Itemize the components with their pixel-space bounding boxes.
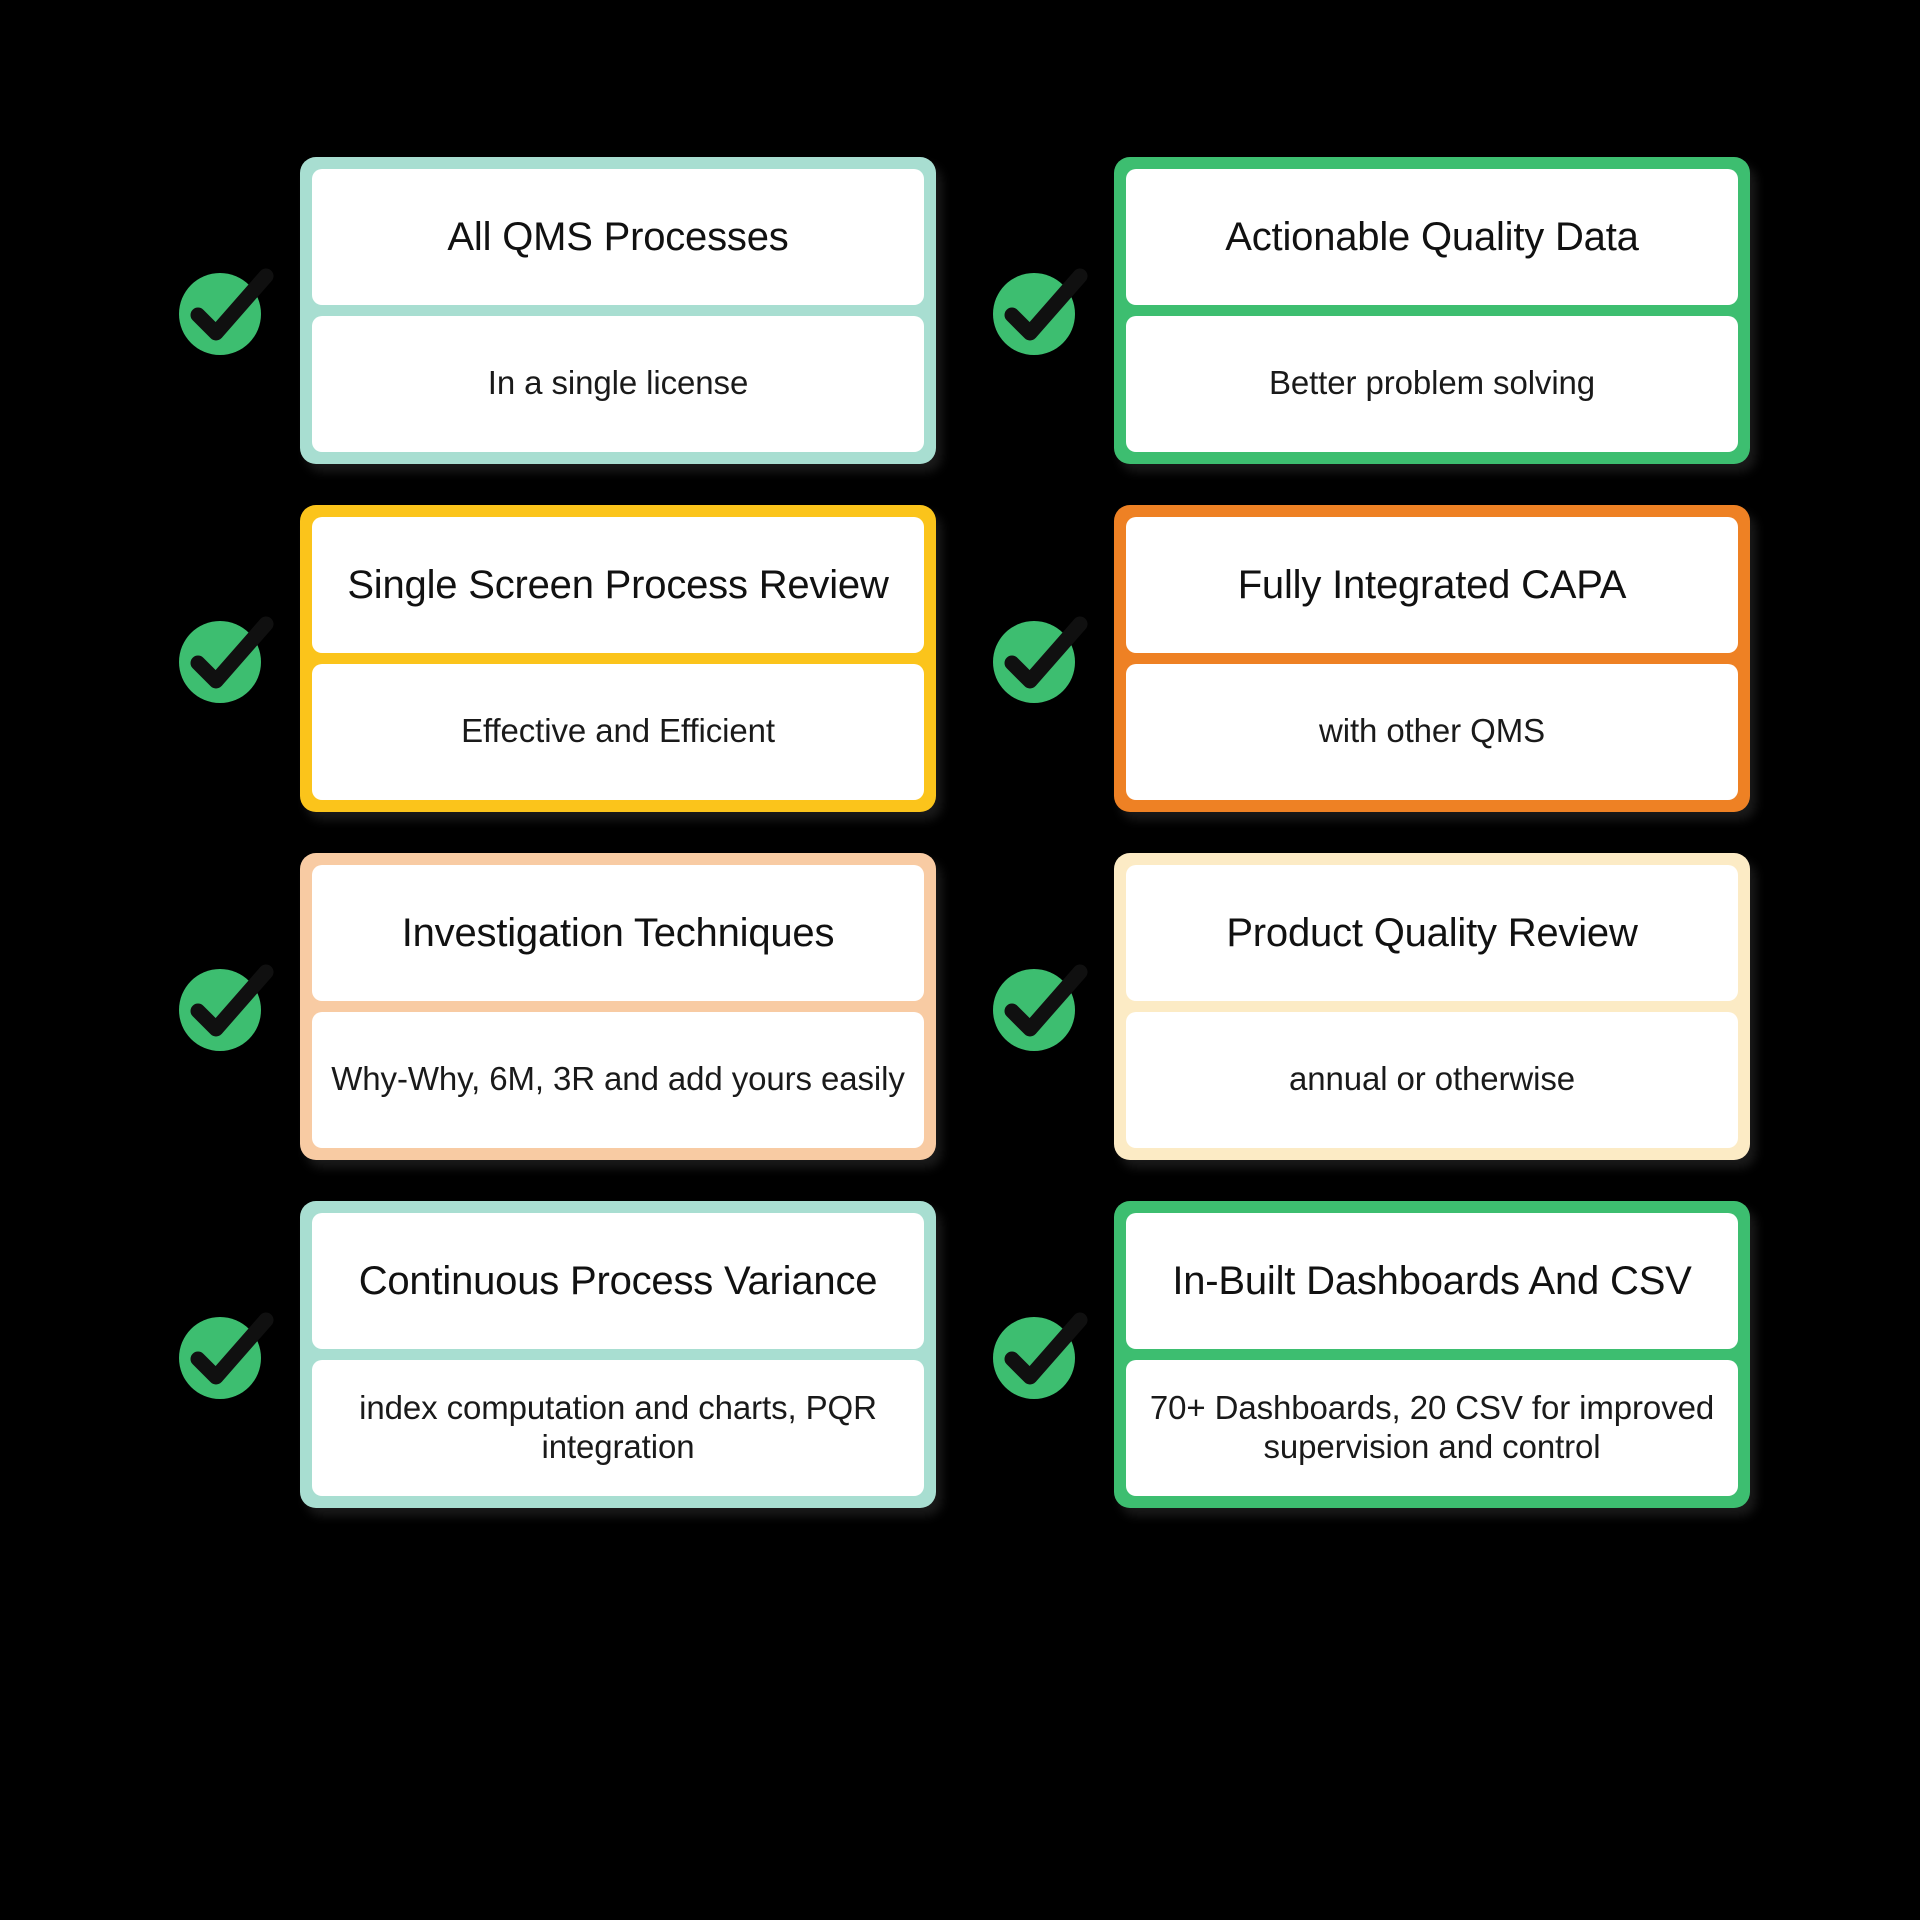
feature-grid: All QMS Processes In a single license Acti… — [0, 150, 1920, 1514]
feature-card[interactable]: Single Screen Process Review Effective an… — [300, 504, 936, 812]
feature-card-subtitle: In a single license — [487, 364, 749, 402]
feature-card-title-panel: In-Built Dashboards And CSV — [1126, 1212, 1738, 1349]
feature-card-subtitle-panel: 70+ Dashboards, 20 CSV for improved supe… — [1126, 1359, 1738, 1496]
feature-card[interactable]: In-Built Dashboards And CSV 70+ Dashboard… — [1114, 1200, 1750, 1508]
feature-item: Continuous Process Variance index computa… — [170, 1194, 936, 1514]
feature-item: Actionable Quality Data Better problem so… — [984, 150, 1750, 470]
feature-card-title: All QMS Processes — [447, 214, 789, 259]
check-circle-icon — [170, 1302, 274, 1406]
feature-item: Product Quality Review annual or otherwis… — [984, 846, 1750, 1166]
check-circle-icon — [170, 258, 274, 362]
feature-item: Fully Integrated CAPA with other QMS — [984, 498, 1750, 818]
feature-card[interactable]: Fully Integrated CAPA with other QMS — [1114, 504, 1750, 812]
feature-card-title: Investigation Techniques — [401, 910, 835, 955]
check-circle-icon — [984, 1302, 1088, 1406]
feature-item: All QMS Processes In a single license — [170, 150, 936, 470]
feature-card-title: Product Quality Review — [1226, 910, 1638, 955]
feature-card-title: Continuous Process Variance — [358, 1258, 878, 1303]
feature-item: Investigation Techniques Why-Why, 6M, 3R … — [170, 846, 936, 1166]
check-circle-icon — [984, 606, 1088, 710]
feature-card[interactable]: Investigation Techniques Why-Why, 6M, 3R … — [300, 852, 936, 1160]
feature-card-subtitle-panel: with other QMS — [1126, 663, 1738, 800]
feature-card-subtitle-panel: index computation and charts, PQR integr… — [312, 1359, 924, 1496]
feature-card-title-panel: Fully Integrated CAPA — [1126, 516, 1738, 653]
check-circle-icon — [984, 954, 1088, 1058]
feature-card-subtitle-panel: Effective and Efficient — [312, 663, 924, 800]
feature-card-subtitle: Better problem solving — [1268, 364, 1596, 402]
feature-card-title-panel: Actionable Quality Data — [1126, 168, 1738, 305]
feature-card-subtitle-panel: In a single license — [312, 315, 924, 452]
feature-card-subtitle-panel: annual or otherwise — [1126, 1011, 1738, 1148]
feature-card[interactable]: Product Quality Review annual or otherwis… — [1114, 852, 1750, 1160]
check-circle-icon — [170, 954, 274, 1058]
check-circle-icon — [984, 258, 1088, 362]
feature-card-title-panel: Continuous Process Variance — [312, 1212, 924, 1349]
feature-card-title-panel: Product Quality Review — [1126, 864, 1738, 1001]
feature-card-subtitle: 70+ Dashboards, 20 CSV for improved supe… — [1149, 1389, 1715, 1465]
feature-card-subtitle: with other QMS — [1318, 712, 1545, 750]
feature-item: Single Screen Process Review Effective an… — [170, 498, 936, 818]
feature-card[interactable]: All QMS Processes In a single license — [300, 156, 936, 464]
feature-card-subtitle: Why-Why, 6M, 3R and add yours easily — [331, 1060, 905, 1098]
feature-card-subtitle: annual or otherwise — [1288, 1060, 1576, 1098]
feature-card-subtitle-panel: Why-Why, 6M, 3R and add yours easily — [312, 1011, 924, 1148]
feature-card-title: Single Screen Process Review — [347, 562, 889, 607]
feature-item: In-Built Dashboards And CSV 70+ Dashboard… — [984, 1194, 1750, 1514]
feature-card-subtitle: Effective and Efficient — [461, 712, 775, 750]
feature-card[interactable]: Continuous Process Variance index computa… — [300, 1200, 936, 1508]
feature-card-title-panel: Single Screen Process Review — [312, 516, 924, 653]
feature-card-subtitle-panel: Better problem solving — [1126, 315, 1738, 452]
feature-card-title-panel: All QMS Processes — [312, 168, 924, 305]
feature-board: All QMS Processes In a single license Acti… — [0, 0, 1920, 1920]
feature-card-title-panel: Investigation Techniques — [312, 864, 924, 1001]
check-circle-icon — [170, 606, 274, 710]
feature-card-title: Actionable Quality Data — [1225, 214, 1639, 259]
feature-card-subtitle: index computation and charts, PQR integr… — [359, 1389, 877, 1465]
feature-card[interactable]: Actionable Quality Data Better problem so… — [1114, 156, 1750, 464]
feature-card-title: Fully Integrated CAPA — [1237, 562, 1627, 607]
feature-card-title: In-Built Dashboards And CSV — [1172, 1258, 1692, 1303]
